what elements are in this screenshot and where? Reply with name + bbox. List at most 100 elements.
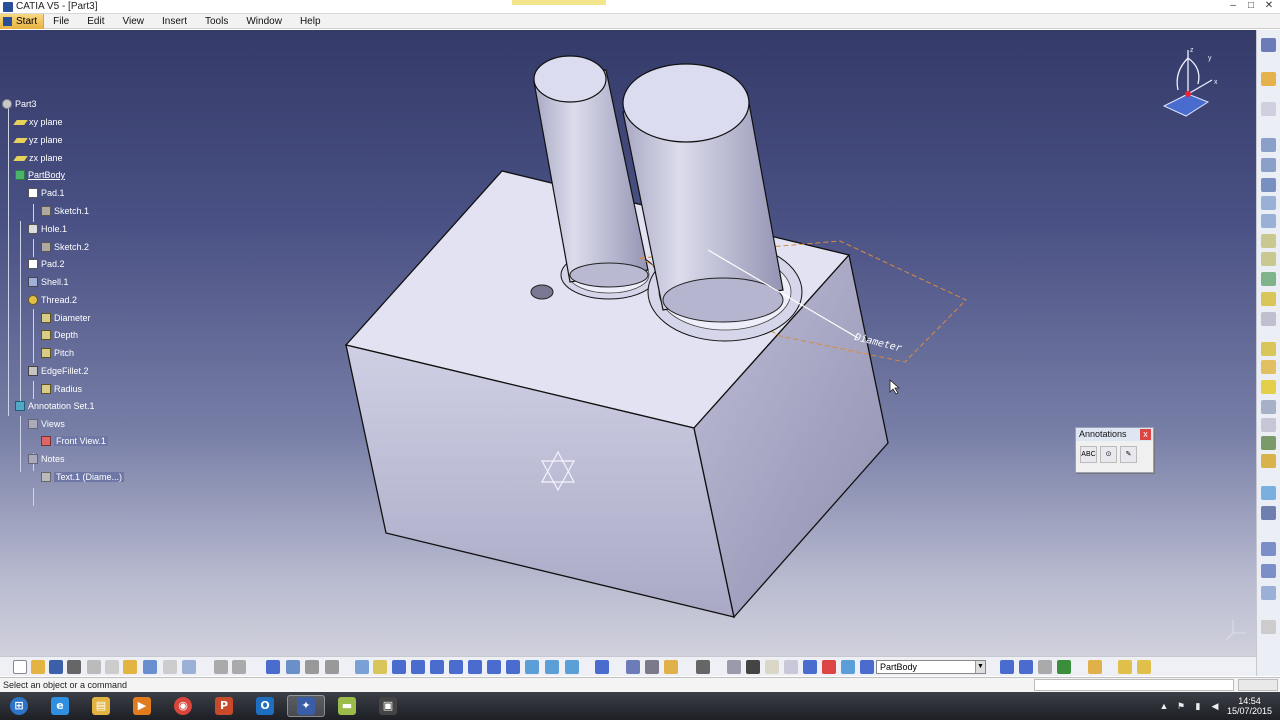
tree-item-xy-plane[interactable]: xy plane bbox=[13, 114, 63, 130]
tree-item-pad-1[interactable]: Pad.1 bbox=[28, 185, 65, 201]
flag-note-icon[interactable]: ⊙ bbox=[1100, 446, 1117, 463]
clock-icon[interactable] bbox=[746, 660, 760, 674]
hide-show-icon[interactable] bbox=[525, 660, 539, 674]
menu-file[interactable]: File bbox=[44, 16, 78, 27]
formula-icon[interactable] bbox=[214, 660, 228, 674]
system-clock[interactable]: 14:54 15/07/2015 bbox=[1227, 696, 1272, 716]
stack-icon[interactable] bbox=[803, 660, 817, 674]
measure-icon[interactable] bbox=[1261, 586, 1276, 600]
zoom-out-icon[interactable] bbox=[449, 660, 463, 674]
thickness-tool-icon[interactable] bbox=[1261, 380, 1276, 394]
volume-icon[interactable]: ◀ bbox=[1210, 701, 1220, 711]
annotation-icon[interactable] bbox=[1137, 660, 1151, 674]
loft-tool-icon[interactable] bbox=[1261, 272, 1276, 286]
thread-tool-icon[interactable] bbox=[1261, 400, 1276, 414]
fillet-tool-icon[interactable] bbox=[1261, 292, 1276, 306]
menu-edit[interactable]: Edit bbox=[78, 16, 113, 27]
tree-item-sketch-2[interactable]: Sketch.2 bbox=[41, 239, 89, 255]
minimize-button[interactable]: – bbox=[1224, 0, 1242, 13]
maximize-button[interactable]: □ bbox=[1242, 0, 1260, 13]
start-menu[interactable]: Start bbox=[0, 13, 45, 29]
taskbar-ie[interactable]: e bbox=[41, 695, 79, 717]
measure-item-icon[interactable] bbox=[645, 660, 659, 674]
taskbar-chrome[interactable]: ◉ bbox=[164, 695, 202, 717]
annotations-toolbar-header[interactable]: Annotations x bbox=[1076, 428, 1153, 441]
chevron-down-icon[interactable]: ▼ bbox=[975, 661, 985, 673]
menu-insert[interactable]: Insert bbox=[153, 16, 196, 27]
brush-icon[interactable] bbox=[1088, 660, 1102, 674]
select-icon[interactable] bbox=[1261, 72, 1276, 86]
decimal-icon[interactable] bbox=[784, 660, 798, 674]
pan-icon[interactable] bbox=[392, 660, 406, 674]
specification-tree[interactable]: Part3 xy plane yz plane zx plane PartBod… bbox=[0, 96, 220, 506]
print-icon[interactable] bbox=[67, 660, 81, 674]
shaft-tool-icon[interactable] bbox=[1261, 178, 1276, 192]
new-icon[interactable] bbox=[13, 660, 27, 674]
translate-icon[interactable] bbox=[1261, 454, 1276, 468]
settings-icon[interactable] bbox=[1261, 38, 1276, 52]
menu-window[interactable]: Window bbox=[237, 16, 291, 27]
chamfer-tool-icon[interactable] bbox=[1261, 312, 1276, 326]
compass-widget[interactable]: z y x bbox=[1158, 46, 1224, 118]
text-annotation-icon[interactable]: ABC bbox=[1080, 446, 1097, 463]
flag-icon[interactable]: ⚑ bbox=[1176, 701, 1186, 711]
taskbar-other[interactable]: ▣ bbox=[369, 695, 407, 717]
tree-item-zx-plane[interactable]: zx plane bbox=[13, 150, 63, 166]
normal-view-icon[interactable] bbox=[468, 660, 482, 674]
tree-item-annotation-set[interactable]: Annotation Set.1 bbox=[15, 398, 95, 414]
tree-item-notes[interactable]: Notes bbox=[28, 451, 65, 467]
tree-item-sketch-1[interactable]: Sketch.1 bbox=[41, 203, 89, 219]
table-icon[interactable] bbox=[266, 660, 280, 674]
network-icon[interactable]: ▮ bbox=[1193, 701, 1203, 711]
menu-help[interactable]: Help bbox=[291, 16, 330, 27]
menu-tools[interactable]: Tools bbox=[196, 16, 237, 27]
windows-start-button[interactable]: ⊞ bbox=[0, 695, 38, 717]
tree-item-hole-1[interactable]: Hole.1 bbox=[28, 221, 67, 237]
apply-material-icon[interactable] bbox=[626, 660, 640, 674]
tree-item-text-1[interactable]: Text.1 (Diame...) bbox=[41, 469, 125, 485]
catalog-icon[interactable] bbox=[1019, 660, 1033, 674]
rotate-icon[interactable] bbox=[411, 660, 425, 674]
tree-item-pitch[interactable]: Pitch bbox=[41, 345, 74, 361]
tree-item-radius[interactable]: Radius bbox=[41, 381, 82, 397]
replace-face-icon[interactable] bbox=[1261, 436, 1276, 450]
tree-item-partbody[interactable]: PartBody bbox=[15, 167, 65, 183]
point-tool-icon[interactable] bbox=[325, 660, 339, 674]
remove-face-icon[interactable] bbox=[1261, 418, 1276, 432]
open-icon[interactable] bbox=[31, 660, 45, 674]
check-icon[interactable] bbox=[1057, 660, 1071, 674]
paste-icon[interactable] bbox=[123, 660, 137, 674]
align-icon[interactable] bbox=[841, 660, 855, 674]
cut-part-icon[interactable] bbox=[822, 660, 836, 674]
copy-icon[interactable] bbox=[105, 660, 119, 674]
scale-icon[interactable] bbox=[1261, 542, 1276, 556]
annotation-text-link-icon[interactable]: ✎ bbox=[1120, 446, 1137, 463]
taskbar-outlook[interactable]: O bbox=[246, 695, 284, 717]
publish-icon[interactable] bbox=[1000, 660, 1014, 674]
capture-icon[interactable] bbox=[696, 660, 710, 674]
unit-icon[interactable] bbox=[765, 660, 779, 674]
cut-icon[interactable] bbox=[87, 660, 101, 674]
link-icon[interactable] bbox=[1118, 660, 1132, 674]
shading-icon[interactable] bbox=[506, 660, 520, 674]
tree-root[interactable]: Part3 bbox=[2, 96, 37, 112]
plane-tool-icon[interactable] bbox=[286, 660, 300, 674]
command-input[interactable] bbox=[1034, 679, 1234, 691]
tree-item-diameter[interactable]: Diameter bbox=[41, 310, 91, 326]
rib-tool-icon[interactable] bbox=[1261, 234, 1276, 248]
fly-mode-icon[interactable] bbox=[355, 660, 369, 674]
tree-item-front-view[interactable]: Front View.1 bbox=[41, 433, 108, 449]
menu-view[interactable]: View bbox=[113, 16, 153, 27]
tree-item-views[interactable]: Views bbox=[28, 416, 65, 432]
properties-icon[interactable] bbox=[1038, 660, 1052, 674]
annotations-toolbar-close[interactable]: x bbox=[1140, 429, 1151, 440]
knowledge-icon[interactable] bbox=[232, 660, 246, 674]
draft-tool-icon[interactable] bbox=[1261, 342, 1276, 356]
taskbar-powerpoint[interactable]: P bbox=[205, 695, 243, 717]
tree-item-edgefillet-2[interactable]: EdgeFillet.2 bbox=[28, 363, 89, 379]
taskbar-notes[interactable]: ▬ bbox=[328, 695, 366, 717]
work-object-icon[interactable] bbox=[860, 660, 874, 674]
view-mode-icon[interactable] bbox=[565, 660, 579, 674]
3d-viewport[interactable]: Diameter Part3 xy plane yz plane zx plan… bbox=[0, 30, 1256, 676]
pocket-tool-icon[interactable] bbox=[1261, 158, 1276, 172]
